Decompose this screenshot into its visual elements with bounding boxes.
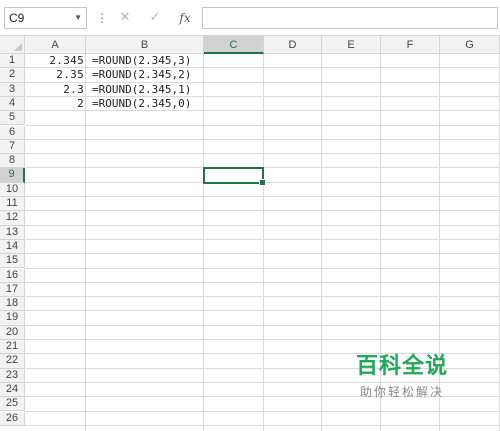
- check-icon: ✓: [149, 10, 161, 25]
- row-gridline: [25, 181, 500, 183]
- row-gridline: [25, 353, 500, 355]
- row-header-10[interactable]: 10: [0, 182, 25, 197]
- fx-icon: fx: [179, 11, 191, 25]
- column-header-a[interactable]: A: [25, 36, 86, 54]
- row-gridline: [25, 210, 500, 212]
- cancel-button[interactable]: ✕: [112, 8, 138, 28]
- row-gridline: [25, 224, 500, 226]
- cell-b4[interactable]: =ROUND(2.345,0): [86, 97, 204, 111]
- cell-a2[interactable]: 2.35: [25, 68, 86, 82]
- row-header-21[interactable]: 21: [0, 340, 25, 355]
- row-header-8[interactable]: 8: [0, 154, 25, 169]
- formula-bar: C9 ▼ ⋮ ✕ ✓ fx: [0, 0, 500, 36]
- spreadsheet-grid: ABCDEFG 1 2 3 4 5 6 7 8 9 10 11 12 13 14 15 16 17 18 19 20 2…: [0, 36, 500, 431]
- row-gridline: [25, 367, 500, 369]
- column-header-e[interactable]: E: [322, 36, 381, 54]
- row-header-2[interactable]: 2: [0, 68, 25, 83]
- row-header-4[interactable]: 4: [0, 96, 25, 112]
- cell-b3[interactable]: =ROUND(2.345,1): [86, 83, 204, 97]
- row-header-20[interactable]: 20: [0, 325, 25, 340]
- row-header-12[interactable]: 12: [0, 211, 25, 226]
- row-gridline: [25, 253, 500, 255]
- vertical-ellipsis-icon[interactable]: ⋮: [96, 10, 108, 26]
- row-gridline: [25, 167, 500, 169]
- row-gridline: [25, 296, 500, 298]
- row-header-19[interactable]: 19: [0, 311, 25, 326]
- row-header-3[interactable]: 3: [0, 82, 25, 97]
- row-gridline: [25, 424, 500, 426]
- row-header-14[interactable]: 14: [0, 239, 25, 255]
- cell-a1[interactable]: 2.345: [25, 54, 86, 68]
- row-gridline: [25, 381, 500, 383]
- row-gridline: [25, 310, 500, 312]
- row-header-26[interactable]: 26: [0, 411, 25, 426]
- row-header-22[interactable]: 22: [0, 354, 25, 369]
- row-gridline: [25, 196, 500, 197]
- row-gridline: [25, 124, 500, 126]
- row-header-13[interactable]: 13: [0, 225, 25, 240]
- row-header-17[interactable]: 17: [0, 282, 25, 298]
- row-gridline: [25, 324, 500, 326]
- column-header-b[interactable]: B: [86, 36, 204, 54]
- cell-b1[interactable]: =ROUND(2.345,3): [86, 54, 204, 68]
- row-gridline: [25, 281, 500, 283]
- row-header-6[interactable]: 6: [0, 125, 25, 140]
- row-gridline: [25, 339, 500, 340]
- row-gridline: [25, 238, 500, 240]
- formula-input[interactable]: [202, 7, 498, 29]
- row-header-23[interactable]: 23: [0, 368, 25, 383]
- cell-a3[interactable]: 2.3: [25, 83, 86, 97]
- chevron-down-icon[interactable]: ▼: [74, 8, 82, 28]
- enter-button[interactable]: ✓: [142, 8, 168, 28]
- cell-b2[interactable]: =ROUND(2.345,2): [86, 68, 204, 82]
- row-gridline: [25, 153, 500, 155]
- name-box-value: C9: [9, 11, 25, 25]
- name-box[interactable]: C9 ▼: [4, 7, 87, 29]
- cell-a4[interactable]: 2: [25, 97, 86, 111]
- row-header-25[interactable]: 25: [0, 397, 25, 412]
- select-all-icon: [14, 43, 22, 51]
- row-header-24[interactable]: 24: [0, 382, 25, 398]
- row-header-16[interactable]: 16: [0, 268, 25, 283]
- row-header-1[interactable]: 1: [0, 54, 25, 69]
- row-header-9[interactable]: 9: [0, 168, 25, 183]
- row-header-15[interactable]: 15: [0, 254, 25, 269]
- close-icon: ✕: [119, 10, 131, 25]
- column-header-d[interactable]: D: [264, 36, 322, 54]
- row-gridline: [25, 396, 500, 398]
- row-gridline: [25, 410, 500, 412]
- row-header-11[interactable]: 11: [0, 197, 25, 212]
- row-gridline: [25, 267, 500, 269]
- column-header-c[interactable]: C: [204, 36, 264, 54]
- row-header-18[interactable]: 18: [0, 297, 25, 312]
- select-all-button[interactable]: [0, 36, 25, 54]
- row-header-7[interactable]: 7: [0, 139, 25, 155]
- insert-function-button[interactable]: fx: [172, 8, 198, 28]
- row-gridline: [25, 138, 500, 140]
- row-header-5[interactable]: 5: [0, 111, 25, 126]
- column-header-g[interactable]: G: [440, 36, 500, 54]
- column-header-f[interactable]: F: [381, 36, 440, 54]
